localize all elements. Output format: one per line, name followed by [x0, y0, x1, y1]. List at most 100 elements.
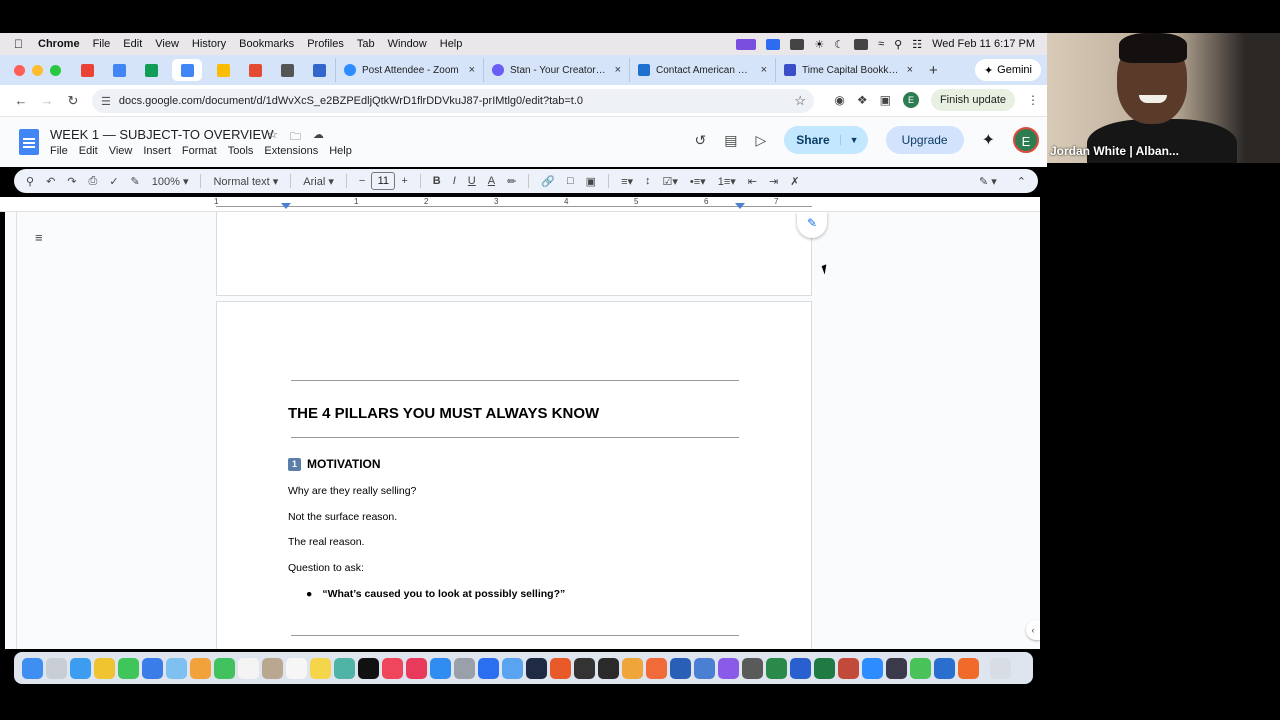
menu-tab[interactable]: Tab — [357, 38, 375, 50]
text-color-button[interactable]: A — [488, 175, 495, 187]
numbers-icon[interactable] — [910, 657, 931, 679]
italic-button[interactable]: I — [453, 175, 456, 187]
app-green-icon[interactable] — [766, 657, 787, 679]
pillar-heading[interactable]: 1 MOTIVATION — [288, 457, 381, 471]
brightness-icon[interactable]: ☀ — [814, 38, 824, 51]
app-rm-icon[interactable] — [574, 657, 595, 679]
tab-time-capital[interactable]: Time Capital Bookkeep × — [775, 58, 921, 82]
reminders-icon[interactable] — [286, 657, 307, 679]
new-tab-button[interactable]: + — [929, 62, 938, 79]
pinned-tab-calendar[interactable] — [108, 59, 130, 81]
menu-edit[interactable]: Edit — [123, 38, 142, 50]
checklist-icon[interactable]: ☑▾ — [663, 175, 678, 188]
docs-menu-tools[interactable]: Tools — [228, 145, 254, 157]
clear-formatting-icon[interactable]: ✗ — [790, 175, 799, 188]
paragraph-style-select[interactable]: Normal text ▾ — [213, 175, 278, 188]
bullet-item[interactable]: ● “What’s caused you to look at possibly … — [306, 588, 565, 600]
decrease-indent-icon[interactable]: ⇤ — [748, 175, 757, 188]
document-title[interactable]: WEEK 1 — SUBJECT-TO OVERVIEW — [50, 127, 273, 142]
tab-zoom[interactable]: Post Attendee - Zoom × — [335, 58, 483, 82]
body-line[interactable]: Why are they really selling? — [288, 485, 416, 497]
app-blue2-icon[interactable] — [934, 657, 955, 679]
finder-icon[interactable] — [22, 657, 43, 679]
insert-link-icon[interactable]: 🔗 — [541, 175, 555, 188]
app-blue-icon[interactable] — [670, 657, 691, 679]
google-docs-logo-icon[interactable] — [19, 129, 39, 155]
menu-window[interactable]: Window — [388, 38, 427, 50]
editing-mode-icon[interactable]: ✎ ▾ — [979, 175, 997, 188]
meet-video-icon[interactable]: ▷ — [756, 132, 767, 149]
battery-icon[interactable] — [854, 38, 869, 50]
tab-stan[interactable]: Stan - Your Creator Sto × — [483, 58, 629, 82]
share-dropdown-icon[interactable]: ▼ — [839, 135, 868, 145]
trash-icon[interactable] — [990, 657, 1011, 679]
underline-button[interactable]: U — [468, 175, 476, 187]
photos-icon[interactable] — [190, 657, 211, 679]
document-outline-icon[interactable]: ≡ — [35, 230, 43, 245]
safari-icon[interactable] — [70, 657, 91, 679]
numbered-list-icon[interactable]: 1≡▾ — [718, 175, 736, 188]
menu-bookmarks[interactable]: Bookmarks — [239, 38, 294, 50]
redo-icon[interactable]: ↷ — [67, 175, 76, 188]
apple-icon[interactable]:  — [14, 37, 30, 51]
control-center-icon[interactable]: ☷ — [912, 38, 922, 51]
url-text[interactable]: docs.google.com/document/d/1dWvXcS_e2BZP… — [119, 95, 583, 107]
minimize-window-button[interactable] — [32, 64, 43, 76]
extension-m-icon[interactable]: ◉ — [834, 93, 844, 107]
search-menus-icon[interactable]: ⚲ — [26, 175, 34, 188]
pinned-tab-search[interactable] — [308, 59, 330, 81]
body-line[interactable]: Not the surface reason. — [288, 511, 397, 523]
search-icon[interactable]: ⚲ — [894, 38, 902, 51]
calendar-dock-icon[interactable] — [238, 657, 259, 679]
add-comment-icon[interactable]: □ — [567, 175, 574, 187]
pinned-tab-app[interactable] — [244, 59, 266, 81]
extensions-puzzle-icon[interactable]: ❖ — [857, 93, 868, 107]
print-icon[interactable]: ⎙ — [89, 175, 98, 188]
files-icon[interactable] — [478, 657, 499, 679]
docs-menu-file[interactable]: File — [50, 145, 68, 157]
site-info-icon[interactable]: ☰ — [101, 95, 111, 108]
more-menu-icon[interactable]: ⋮ — [1027, 93, 1039, 107]
align-icon[interactable]: ≡▾ — [621, 175, 633, 188]
forward-button[interactable]: → — [34, 93, 60, 108]
app-tool-icon[interactable] — [598, 657, 619, 679]
bold-button[interactable]: B — [433, 175, 441, 187]
tab-amex[interactable]: Contact American Expr × — [629, 58, 775, 82]
docs-menu-insert[interactable]: Insert — [143, 145, 171, 157]
close-window-button[interactable] — [14, 64, 25, 76]
docs-menu-format[interactable]: Format — [182, 145, 217, 157]
app-gear-icon[interactable] — [694, 657, 715, 679]
docs-menu-extensions[interactable]: Extensions — [264, 145, 318, 157]
news-icon[interactable] — [406, 657, 427, 679]
app-grid-icon[interactable] — [622, 657, 643, 679]
font-select[interactable]: Arial ▾ — [303, 175, 334, 188]
zoom-tray-icon[interactable] — [766, 38, 781, 50]
insert-image-icon[interactable]: ▣ — [586, 175, 596, 188]
launchpad-icon[interactable] — [46, 657, 67, 679]
menu-app-name[interactable]: Chrome — [38, 38, 80, 50]
upgrade-button[interactable]: Upgrade — [885, 126, 964, 154]
close-tab-icon[interactable]: × — [469, 64, 475, 76]
excel-icon[interactable] — [814, 657, 835, 679]
app-dark-icon[interactable] — [526, 657, 547, 679]
menu-view[interactable]: View — [155, 38, 179, 50]
gemini-spark-icon[interactable]: ✦ — [982, 130, 995, 150]
messages-icon[interactable] — [118, 657, 139, 679]
account-avatar[interactable]: E — [1013, 127, 1039, 153]
section-heading[interactable]: THE 4 PILLARS YOU MUST ALWAYS KNOW — [288, 405, 599, 422]
body-line[interactable]: Question to ask: — [288, 562, 364, 574]
pinned-tab-gmail[interactable] — [76, 59, 98, 81]
close-tab-icon[interactable]: × — [615, 64, 621, 76]
bookmark-star-icon[interactable]: ☆ — [794, 93, 806, 109]
back-button[interactable]: ← — [8, 93, 34, 108]
chrome-icon[interactable] — [94, 657, 115, 679]
pinned-tab-sheets[interactable] — [140, 59, 162, 81]
url-omnibox[interactable]: ☰ docs.google.com/document/d/1dWvXcS_e2B… — [92, 89, 814, 113]
finish-update-button[interactable]: Finish update — [930, 89, 1015, 111]
app-spark-icon[interactable] — [958, 657, 979, 679]
notes-icon[interactable] — [310, 657, 331, 679]
highlight-icon[interactable]: ✏ — [507, 175, 516, 188]
zoom-dock-icon[interactable] — [862, 657, 883, 679]
line-spacing-icon[interactable]: ↕ — [645, 175, 651, 187]
app-grey-icon[interactable] — [742, 657, 763, 679]
